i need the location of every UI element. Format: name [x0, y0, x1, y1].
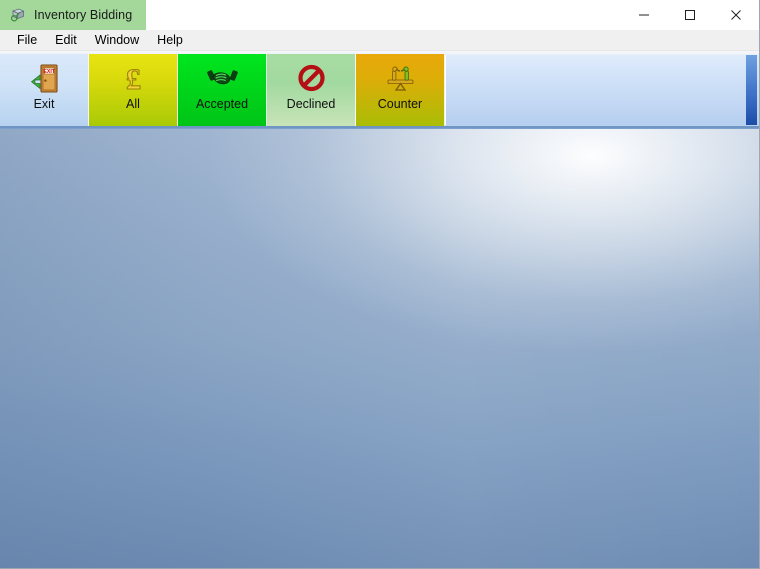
maximize-button[interactable] [667, 0, 713, 30]
toolbar-button-all-label: All [126, 97, 140, 111]
handshake-icon [205, 60, 239, 96]
window-title-tab[interactable]: Inventory Bidding [0, 0, 147, 30]
main-toolbar: EXIT Exit £ All Accepted Declined Counte… [0, 51, 759, 128]
toolbar-button-accepted-label: Accepted [195, 97, 249, 111]
toolbar-button-exit[interactable]: EXIT Exit [0, 54, 89, 126]
balance-scale-icon [383, 60, 417, 96]
menu-bar: File Edit Window Help [0, 30, 759, 51]
menu-help[interactable]: Help [148, 31, 192, 50]
svg-text:£: £ [126, 63, 141, 95]
menu-window[interactable]: Window [86, 31, 148, 50]
menu-file[interactable]: File [8, 31, 46, 50]
toolbar-empty-area [445, 55, 759, 125]
toolbar-button-counter-label: Counter [377, 97, 423, 111]
toolbar-button-declined-label: Declined [286, 97, 336, 111]
title-bar: Inventory Bidding [0, 0, 759, 30]
exit-door-icon: EXIT [27, 60, 61, 96]
menu-edit[interactable]: Edit [46, 31, 86, 50]
toolbar-button-exit-label: Exit [33, 97, 55, 111]
title-bar-drag-region[interactable] [146, 0, 621, 29]
window-controls [621, 0, 759, 30]
toolbar-button-all[interactable]: £ All [89, 54, 178, 126]
pound-sterling-icon: £ [116, 60, 150, 96]
toolbar-button-declined[interactable]: Declined [267, 54, 356, 126]
minimize-button[interactable] [621, 0, 667, 30]
prohibition-icon [294, 60, 328, 96]
toolbar-right-edge-strip [746, 55, 757, 125]
close-button[interactable] [713, 0, 759, 30]
mdi-workspace[interactable] [0, 128, 759, 568]
application-window: Inventory Bidding File Edit Window Help … [0, 0, 760, 569]
toolbar-button-counter[interactable]: Counter [356, 54, 445, 126]
inventory-bidding-icon [9, 7, 26, 24]
svg-text:EXIT: EXIT [43, 69, 55, 75]
toolbar-button-accepted[interactable]: Accepted [178, 54, 267, 126]
workspace-sheen [0, 129, 759, 568]
window-title: Inventory Bidding [34, 8, 133, 22]
